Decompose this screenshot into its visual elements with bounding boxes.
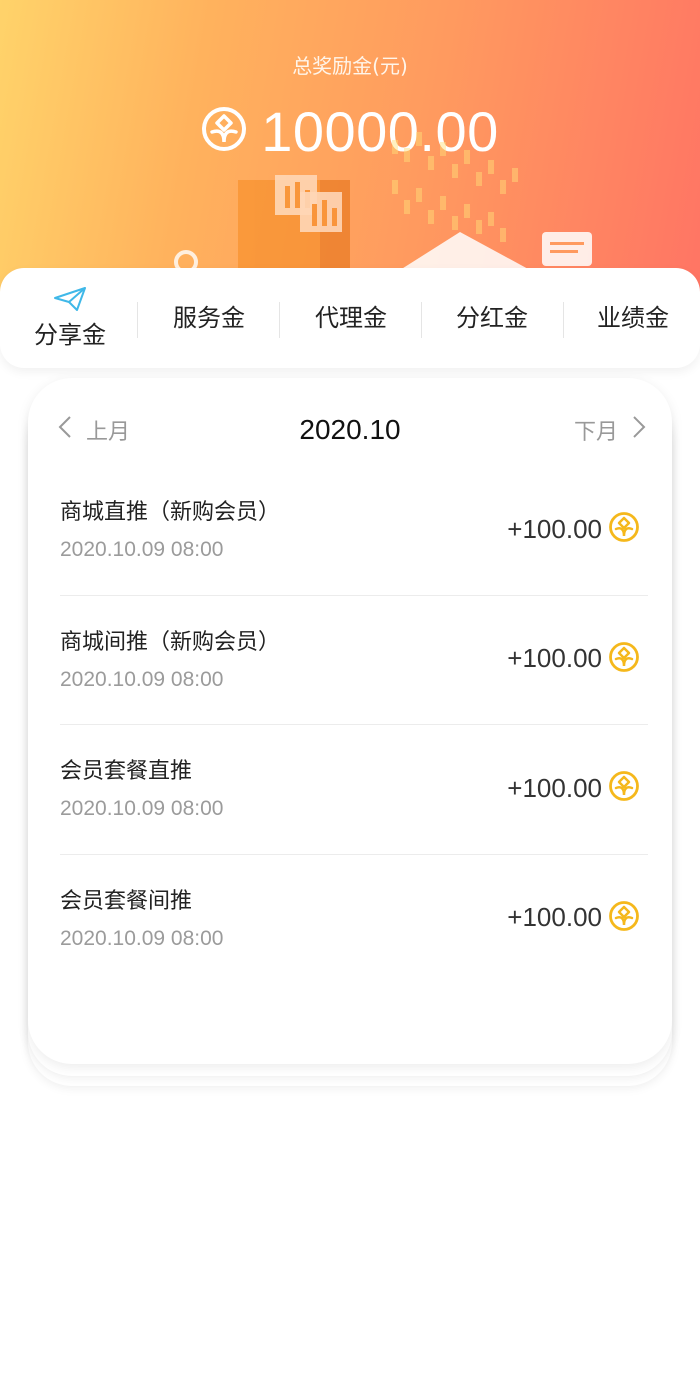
next-month-label: 下月 [573,420,618,445]
tab-service-reward[interactable]: 服务金 [139,268,279,368]
record-amount: +100.00 [507,902,602,932]
tab-agent-reward[interactable]: 代理金 [281,268,421,368]
record-amount: +100.00 [507,772,602,803]
reward-record-list: 商城直推（新购会员） 2020.10.09 08:00 +100.00 商城间推… [60,466,648,984]
list-item[interactable]: 商城间推（新购会员） 2020.10.09 08:00 +100.00 [60,596,648,725]
total-reward-title: 总奖励金(元) [292,54,408,78]
coin-leaf-icon [608,641,640,677]
coin-leaf-icon [608,770,640,806]
record-title: 商城直推（新购会员） [60,500,281,525]
record-amount-group: +100.00 [507,511,640,547]
record-title: 会员套餐间推 [60,888,193,914]
list-item[interactable]: 会员套餐间推 2020.10.09 08:00 +100.00 [60,855,648,985]
tab-label: 代理金 [315,304,387,332]
chevron-right-icon [632,415,646,445]
tab-divider [137,302,138,338]
coin-leaf-icon [608,900,640,936]
record-amount: +100.00 [507,513,602,544]
record-amount-group: +100.00 [507,900,640,936]
tab-dividend-reward[interactable]: 分红金 [422,268,562,368]
next-month-button[interactable]: 下月 [574,408,646,452]
record-time: 2020.10.09 08:00 [60,926,224,950]
record-amount-group: +100.00 [507,770,640,806]
list-item[interactable]: 会员套餐直推 2020.10.09 08:00 +100.00 [60,725,648,855]
month-navigator: 上月 2020.10 下月 [28,408,672,452]
record-amount: +100.00 [507,643,602,673]
record-title: 商城间推（新购会员） [60,629,281,655]
tab-label: 业绩金 [597,304,669,332]
chevron-left-icon [58,415,72,445]
record-time: 2020.10.09 08:00 [60,538,224,561]
prev-month-label: 上月 [86,420,131,445]
reward-type-tabs: 分享金 服务金 代理金 分红金 业绩金 [0,268,700,368]
tab-share-reward[interactable]: 分享金 [0,268,140,368]
record-amount-group: +100.00 [507,641,640,677]
reward-records-card: 上月 2020.10 下月 商城直推（新购会员） 2020.10.09 08:0… [28,378,672,1064]
record-title: 会员套餐直推 [60,759,193,784]
tab-divider [279,302,280,338]
record-time: 2020.10.09 08:00 [60,797,224,820]
coin-leaf-icon [608,511,640,547]
tab-label: 分红金 [456,304,528,332]
tab-label: 分享金 [34,321,106,349]
record-time: 2020.10.09 08:00 [60,667,224,691]
tab-performance-reward[interactable]: 业绩金 [563,268,700,368]
list-item[interactable]: 商城直推（新购会员） 2020.10.09 08:00 +100.00 [60,466,648,596]
prev-month-button[interactable]: 上月 [58,408,130,452]
paper-plane-icon [53,286,87,318]
tab-label: 服务金 [173,304,245,332]
